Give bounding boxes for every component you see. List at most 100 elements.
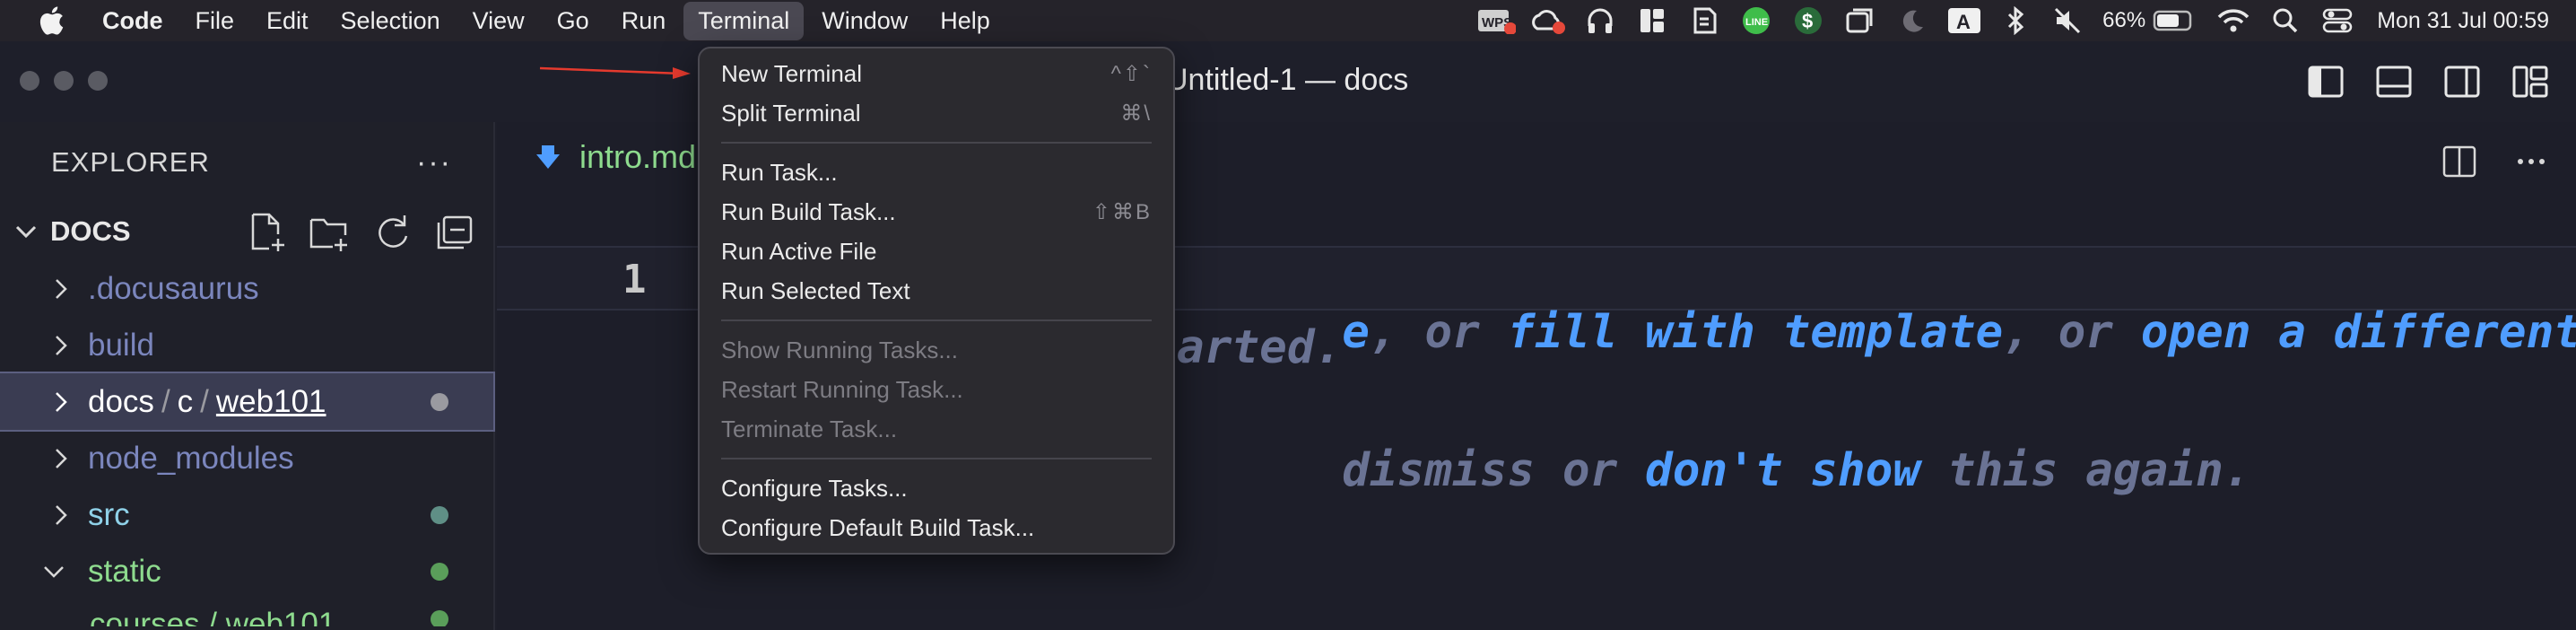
moon-icon[interactable] <box>1893 0 1932 41</box>
workspace-root-label: DOCS <box>50 215 131 247</box>
tree-item-docusaurus[interactable]: .docusaurus <box>0 260 493 317</box>
note-icon[interactable] <box>1684 0 1724 41</box>
tab-intro-md[interactable]: intro.md <box>533 138 696 176</box>
menu-terminal[interactable]: Terminal <box>683 1 805 40</box>
control-center-icon[interactable] <box>2318 0 2357 41</box>
title-bar: Untitled-1 — docs <box>0 41 2576 122</box>
menu-item-label: Run Build Task... <box>721 197 896 225</box>
line-icon[interactable]: LINE <box>1736 0 1776 41</box>
dollar-icon[interactable]: $ <box>1788 0 1828 41</box>
tree-item-build[interactable]: build <box>0 317 493 373</box>
menu-item-label: Restart Running Task... <box>721 375 963 403</box>
fill-with-template-link[interactable]: fill with template <box>1507 306 2003 359</box>
window-icon[interactable] <box>1841 0 1880 41</box>
menu-item-new-terminal[interactable]: New Terminal ^⇧` <box>700 54 1173 93</box>
split-editor-icon[interactable] <box>2441 144 2477 179</box>
toggle-panel-icon[interactable] <box>2375 63 2413 101</box>
minimize-window-button[interactable] <box>54 71 74 91</box>
close-window-button[interactable] <box>20 71 39 91</box>
menu-item-label: Configure Default Build Task... <box>721 513 1035 541</box>
cloud-sync-icon[interactable] <box>1528 0 1568 41</box>
apple-icon[interactable] <box>36 5 66 36</box>
menu-item-split-terminal[interactable]: Split Terminal ⌘\ <box>700 93 1173 133</box>
svg-text:A: A <box>1956 11 1971 33</box>
tree-item-courses-web101[interactable]: courses / web101 <box>0 599 493 626</box>
new-file-icon[interactable] <box>246 212 287 253</box>
clock[interactable]: Mon 31 Jul 00:59 <box>2377 8 2549 34</box>
path-separator: / <box>161 383 170 419</box>
tree-path-segment[interactable]: c <box>178 384 194 420</box>
path-separator: / <box>200 383 209 419</box>
chevron-down-icon <box>44 565 64 578</box>
toggle-primary-sidebar-icon[interactable] <box>2307 63 2345 101</box>
explorer-more-actions-icon[interactable]: ··· <box>416 145 452 180</box>
menu-item-label: Run Task... <box>721 158 838 186</box>
zoom-window-button[interactable] <box>88 71 108 91</box>
menu-app-code[interactable]: Code <box>88 2 178 40</box>
git-status-dot <box>431 562 448 581</box>
customize-layout-icon[interactable] <box>2511 63 2549 101</box>
vscode-window: Untitled-1 — docs EXPLORER ··· DOCS .doc… <box>0 41 2576 630</box>
layout-controls <box>2307 63 2549 101</box>
tree-item-node-modules[interactable]: node_modules <box>0 430 493 486</box>
menu-item-configure-tasks[interactable]: Configure Tasks... <box>700 468 1173 508</box>
tree-item-label: src <box>88 496 130 532</box>
menu-item-run-build-task[interactable]: Run Build Task... ⇧⌘B <box>700 192 1173 232</box>
hint-text: , or <box>1369 306 1508 359</box>
chevron-right-icon <box>56 391 67 412</box>
menu-item-restart-running-task: Restart Running Task... <box>700 370 1173 409</box>
menu-run[interactable]: Run <box>607 2 681 40</box>
wps-icon[interactable]: WPS <box>1476 0 1517 41</box>
menu-item-shortcut: ⇧⌘B <box>1092 199 1152 224</box>
workspace-root-docs[interactable]: DOCS <box>0 203 493 260</box>
hint-text: , or <box>2003 306 2141 359</box>
tree-path-segment[interactable]: docs <box>88 384 154 420</box>
battery-percent: 66% <box>2102 8 2146 32</box>
menu-item-run-task[interactable]: Run Task... <box>700 153 1173 192</box>
chevron-down-icon <box>15 225 37 239</box>
tree-item-label: .docusaurus <box>88 270 259 306</box>
headphones-icon[interactable] <box>1580 0 1620 41</box>
toggle-secondary-sidebar-icon[interactable] <box>2443 63 2481 101</box>
dont-show-link[interactable]: don't show <box>1645 444 1920 497</box>
keyboard-a-icon[interactable]: A <box>1945 0 1984 41</box>
battery-icon[interactable] <box>2153 0 2192 41</box>
mute-icon[interactable] <box>2049 0 2088 41</box>
tree-path-segment[interactable]: web101 <box>216 384 326 420</box>
tree-item-label: static <box>88 553 161 589</box>
wifi-icon[interactable] <box>2214 0 2253 41</box>
tab-label: intro.md <box>579 138 697 175</box>
svg-text:$: $ <box>1802 10 1813 32</box>
more-actions-icon[interactable] <box>2513 144 2549 179</box>
hint-link-segment[interactable]: e <box>1342 306 1370 359</box>
menu-help[interactable]: Help <box>926 2 1005 40</box>
open-different-link[interactable]: open a different <box>2141 306 2576 359</box>
menu-item-configure-default-build-task[interactable]: Configure Default Build Task... <box>700 508 1173 547</box>
macos-menubar: Code File Edit Selection View Go Run Ter… <box>0 0 2576 41</box>
dismiss-link[interactable]: dismiss <box>1342 444 1535 497</box>
refresh-icon[interactable] <box>371 212 413 253</box>
menu-window[interactable]: Window <box>807 2 922 40</box>
new-folder-icon[interactable] <box>309 212 350 253</box>
terminal-menu-dropdown: New Terminal ^⇧` Split Terminal ⌘\ Run T… <box>698 47 1175 555</box>
menu-item-show-running-tasks: Show Running Tasks... <box>700 330 1173 370</box>
menu-item-run-active-file[interactable]: Run Active File <box>700 232 1173 271</box>
menu-file[interactable]: File <box>181 2 249 40</box>
tiles-icon[interactable] <box>1632 0 1672 41</box>
menu-selection[interactable]: Selection <box>326 2 455 40</box>
bluetooth-icon[interactable] <box>1997 0 2036 41</box>
menu-item-label: Run Selected Text <box>721 276 910 304</box>
tree-item-static[interactable]: static <box>0 543 493 599</box>
tree-item-docs-c-web101[interactable]: docs / c / web101 <box>0 372 495 432</box>
menu-go[interactable]: Go <box>543 2 604 40</box>
tree-item-src[interactable]: src <box>0 486 493 543</box>
menu-edit[interactable]: Edit <box>252 2 323 40</box>
search-icon[interactable] <box>2266 0 2305 41</box>
menu-view[interactable]: View <box>458 2 539 40</box>
collapse-all-icon[interactable] <box>434 212 475 253</box>
traffic-lights <box>20 71 108 91</box>
menu-item-run-selected-text[interactable]: Run Selected Text <box>700 271 1173 311</box>
menu-separator <box>721 142 1152 144</box>
annotation-arrow-icon <box>539 66 691 79</box>
git-status-dot <box>431 610 448 626</box>
